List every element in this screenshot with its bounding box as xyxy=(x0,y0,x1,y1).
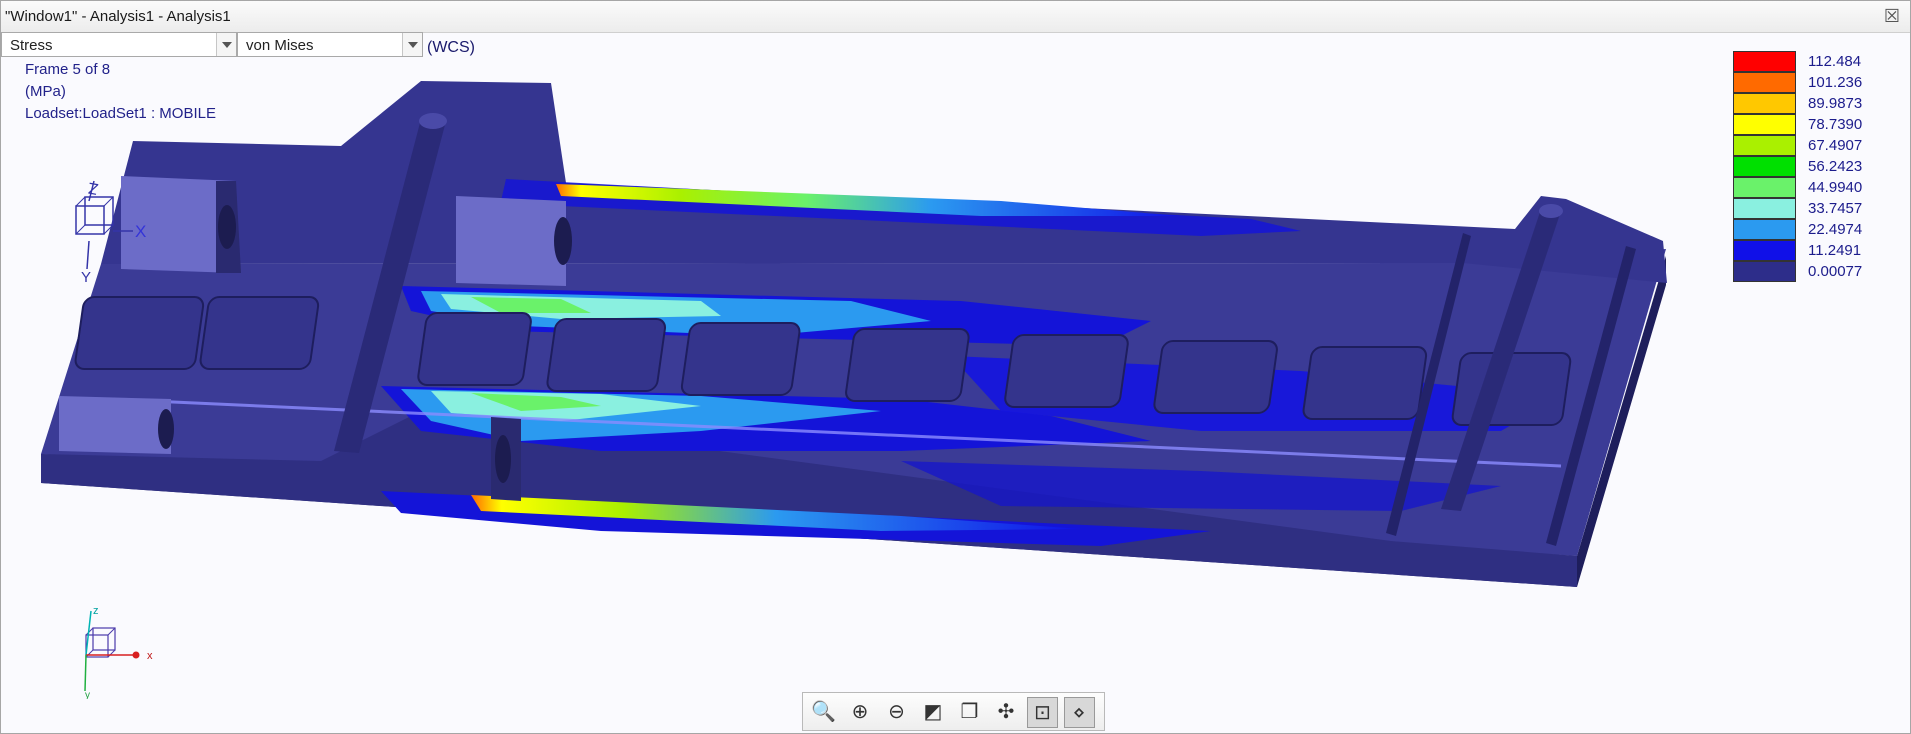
global-coordinate-triad: z x y xyxy=(84,605,153,699)
model-display-icon: ⊡ xyxy=(1034,702,1051,724)
legend-swatch xyxy=(1733,93,1796,114)
model-triad-z-label: Z xyxy=(87,179,100,197)
legend-value: 78.7390 xyxy=(1808,116,1863,133)
zoom-in-button[interactable]: ⊕ xyxy=(845,697,876,728)
legend-swatch xyxy=(1733,261,1796,282)
legend-value: 112.484 xyxy=(1808,53,1862,70)
spin-center-icon: ✣ xyxy=(997,701,1015,723)
legend-value: 67.4907 xyxy=(1808,137,1863,154)
saved-views-button[interactable]: ❐ xyxy=(954,697,985,728)
close-icon[interactable]: ☒ xyxy=(1884,6,1900,27)
legend-swatch xyxy=(1733,240,1796,261)
saved-views-icon: ❐ xyxy=(960,701,979,723)
zoom-out-button[interactable]: ⊖ xyxy=(881,697,912,728)
quantity-select-value: Stress xyxy=(10,37,53,54)
legend-value: 11.2491 xyxy=(1808,242,1862,259)
probe-icon: ⋄ xyxy=(1072,702,1086,724)
legend-value: 44.9940 xyxy=(1808,179,1863,196)
spin-center-button[interactable]: ✣ xyxy=(991,697,1022,728)
window-title: "Window1" - Analysis1 - Analysis1 xyxy=(5,8,231,25)
legend-swatch xyxy=(1733,135,1796,156)
loadset-label: Loadset:LoadSet1 : MOBILE xyxy=(25,105,216,122)
legend-swatch xyxy=(1733,177,1796,198)
legend-value: 101.236 xyxy=(1808,74,1863,91)
refit-button[interactable]: 🔍 xyxy=(808,697,839,728)
legend-value: 33.7457 xyxy=(1808,200,1863,217)
magnifier-icon: 🔍 xyxy=(811,701,836,723)
coordinate-system-label: (WCS) xyxy=(427,39,475,56)
repaint-icon: ◩ xyxy=(923,701,943,723)
global-triad-z-label: z xyxy=(93,605,99,617)
legend-swatch xyxy=(1733,156,1796,177)
legend-value: 56.2423 xyxy=(1808,158,1863,175)
legend-swatch xyxy=(1733,198,1796,219)
legend-value: 0.00077 xyxy=(1808,263,1863,280)
frame-label: Frame 5 of 8 xyxy=(25,61,111,78)
repaint-button[interactable]: ◩ xyxy=(918,697,949,728)
model-triad-y-label: Y xyxy=(81,269,91,286)
component-select-value: von Mises xyxy=(246,37,314,54)
global-triad-x-label: x xyxy=(147,650,153,662)
legend-value: 22.4974 xyxy=(1808,221,1863,238)
zoom-in-icon: ⊕ xyxy=(851,701,869,723)
legend-swatch xyxy=(1733,51,1796,72)
zoom-out-icon: ⊖ xyxy=(888,701,905,723)
component-select[interactable]: von Mises xyxy=(237,32,423,57)
legend-swatch xyxy=(1733,114,1796,135)
show-model-button[interactable]: ⊡ xyxy=(1027,697,1058,728)
units-label: (MPa) xyxy=(25,83,66,100)
model-viewport[interactable]: Z X Y xyxy=(1,57,1911,687)
title-bar[interactable]: "Window1" - Analysis1 - Analysis1 ☒ xyxy=(1,1,1910,33)
analysis-window: "Window1" - Analysis1 - Analysis1 ☒ Stre… xyxy=(0,0,1911,734)
model-rear-wall xyxy=(101,81,1667,283)
model-triad-x-label: X xyxy=(135,222,146,241)
quantity-select[interactable]: Stress xyxy=(1,32,237,57)
legend-swatch xyxy=(1733,72,1796,93)
legend-swatch xyxy=(1733,219,1796,240)
view-toolbar: 🔍 ⊕ ⊖ ◩ ❐ ✣ ⊡ ⋄ xyxy=(802,692,1105,731)
probe-button[interactable]: ⋄ xyxy=(1063,697,1095,728)
legend-value: 89.9873 xyxy=(1808,95,1863,112)
global-triad-y-label: y xyxy=(85,690,90,699)
chevron-down-icon[interactable] xyxy=(216,33,236,56)
chevron-down-icon[interactable] xyxy=(402,33,422,56)
